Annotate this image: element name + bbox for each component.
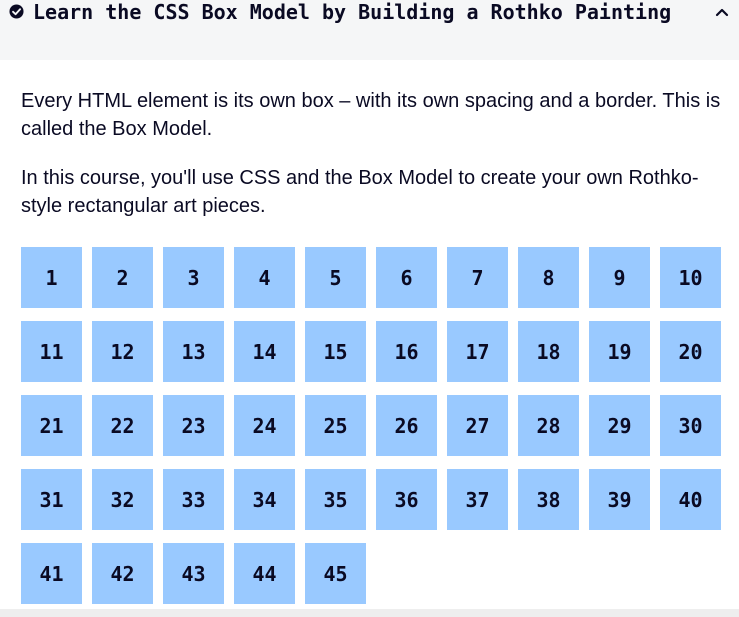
step-button[interactable]: 11 (21, 321, 82, 382)
step-button[interactable]: 13 (163, 321, 224, 382)
step-button[interactable]: 28 (518, 395, 579, 456)
chevron-up-icon[interactable] (712, 2, 732, 22)
step-button[interactable]: 9 (589, 247, 650, 308)
step-button[interactable]: 45 (305, 543, 366, 604)
section-divider (0, 609, 739, 617)
step-button[interactable]: 14 (234, 321, 295, 382)
step-button[interactable]: 18 (518, 321, 579, 382)
course-title[interactable]: Learn the CSS Box Model by Building a Ro… (33, 0, 671, 25)
step-button[interactable]: 6 (376, 247, 437, 308)
step-button[interactable]: 21 (21, 395, 82, 456)
step-button[interactable]: 17 (447, 321, 508, 382)
step-button[interactable]: 39 (589, 469, 650, 530)
course-description-details: In this course, you'll use CSS and the B… (21, 167, 699, 217)
step-button[interactable]: 35 (305, 469, 366, 530)
step-button[interactable]: 43 (163, 543, 224, 604)
step-button[interactable]: 36 (376, 469, 437, 530)
step-button[interactable]: 25 (305, 395, 366, 456)
course-description-intro: Every HTML element is its own box – with… (21, 90, 721, 140)
step-button[interactable]: 38 (518, 469, 579, 530)
step-button[interactable]: 27 (447, 395, 508, 456)
step-button[interactable]: 3 (163, 247, 224, 308)
step-button[interactable]: 1 (21, 247, 82, 308)
step-button[interactable]: 7 (447, 247, 508, 308)
step-button[interactable]: 23 (163, 395, 224, 456)
step-button[interactable]: 12 (92, 321, 153, 382)
step-button[interactable]: 41 (21, 543, 82, 604)
step-button[interactable]: 22 (92, 395, 153, 456)
check-circle-icon (9, 4, 24, 19)
step-button[interactable]: 20 (660, 321, 721, 382)
step-button[interactable]: 37 (447, 469, 508, 530)
step-button[interactable]: 10 (660, 247, 721, 308)
step-button[interactable]: 31 (21, 469, 82, 530)
step-button[interactable]: 30 (660, 395, 721, 456)
step-button[interactable]: 19 (589, 321, 650, 382)
step-button[interactable]: 40 (660, 469, 721, 530)
step-button[interactable]: 8 (518, 247, 579, 308)
step-button[interactable]: 34 (234, 469, 295, 530)
course-block-body: Every HTML element is its own box – with… (0, 60, 739, 609)
step-button[interactable]: 33 (163, 469, 224, 530)
step-grid: 1 2 3 4 5 6 7 8 9 10 11 12 13 14 15 16 17 18 19 20 21 22 23 24 2… (21, 247, 721, 604)
step-button[interactable]: 2 (92, 247, 153, 308)
step-button[interactable]: 32 (92, 469, 153, 530)
step-button[interactable]: 5 (305, 247, 366, 308)
step-button[interactable]: 44 (234, 543, 295, 604)
step-button[interactable]: 4 (234, 247, 295, 308)
step-button[interactable]: 15 (305, 321, 366, 382)
step-button[interactable]: 24 (234, 395, 295, 456)
step-button[interactable]: 29 (589, 395, 650, 456)
course-block-header[interactable]: Learn the CSS Box Model by Building a Ro… (0, 0, 739, 60)
step-button[interactable]: 42 (92, 543, 153, 604)
step-button[interactable]: 26 (376, 395, 437, 456)
step-button[interactable]: 16 (376, 321, 437, 382)
